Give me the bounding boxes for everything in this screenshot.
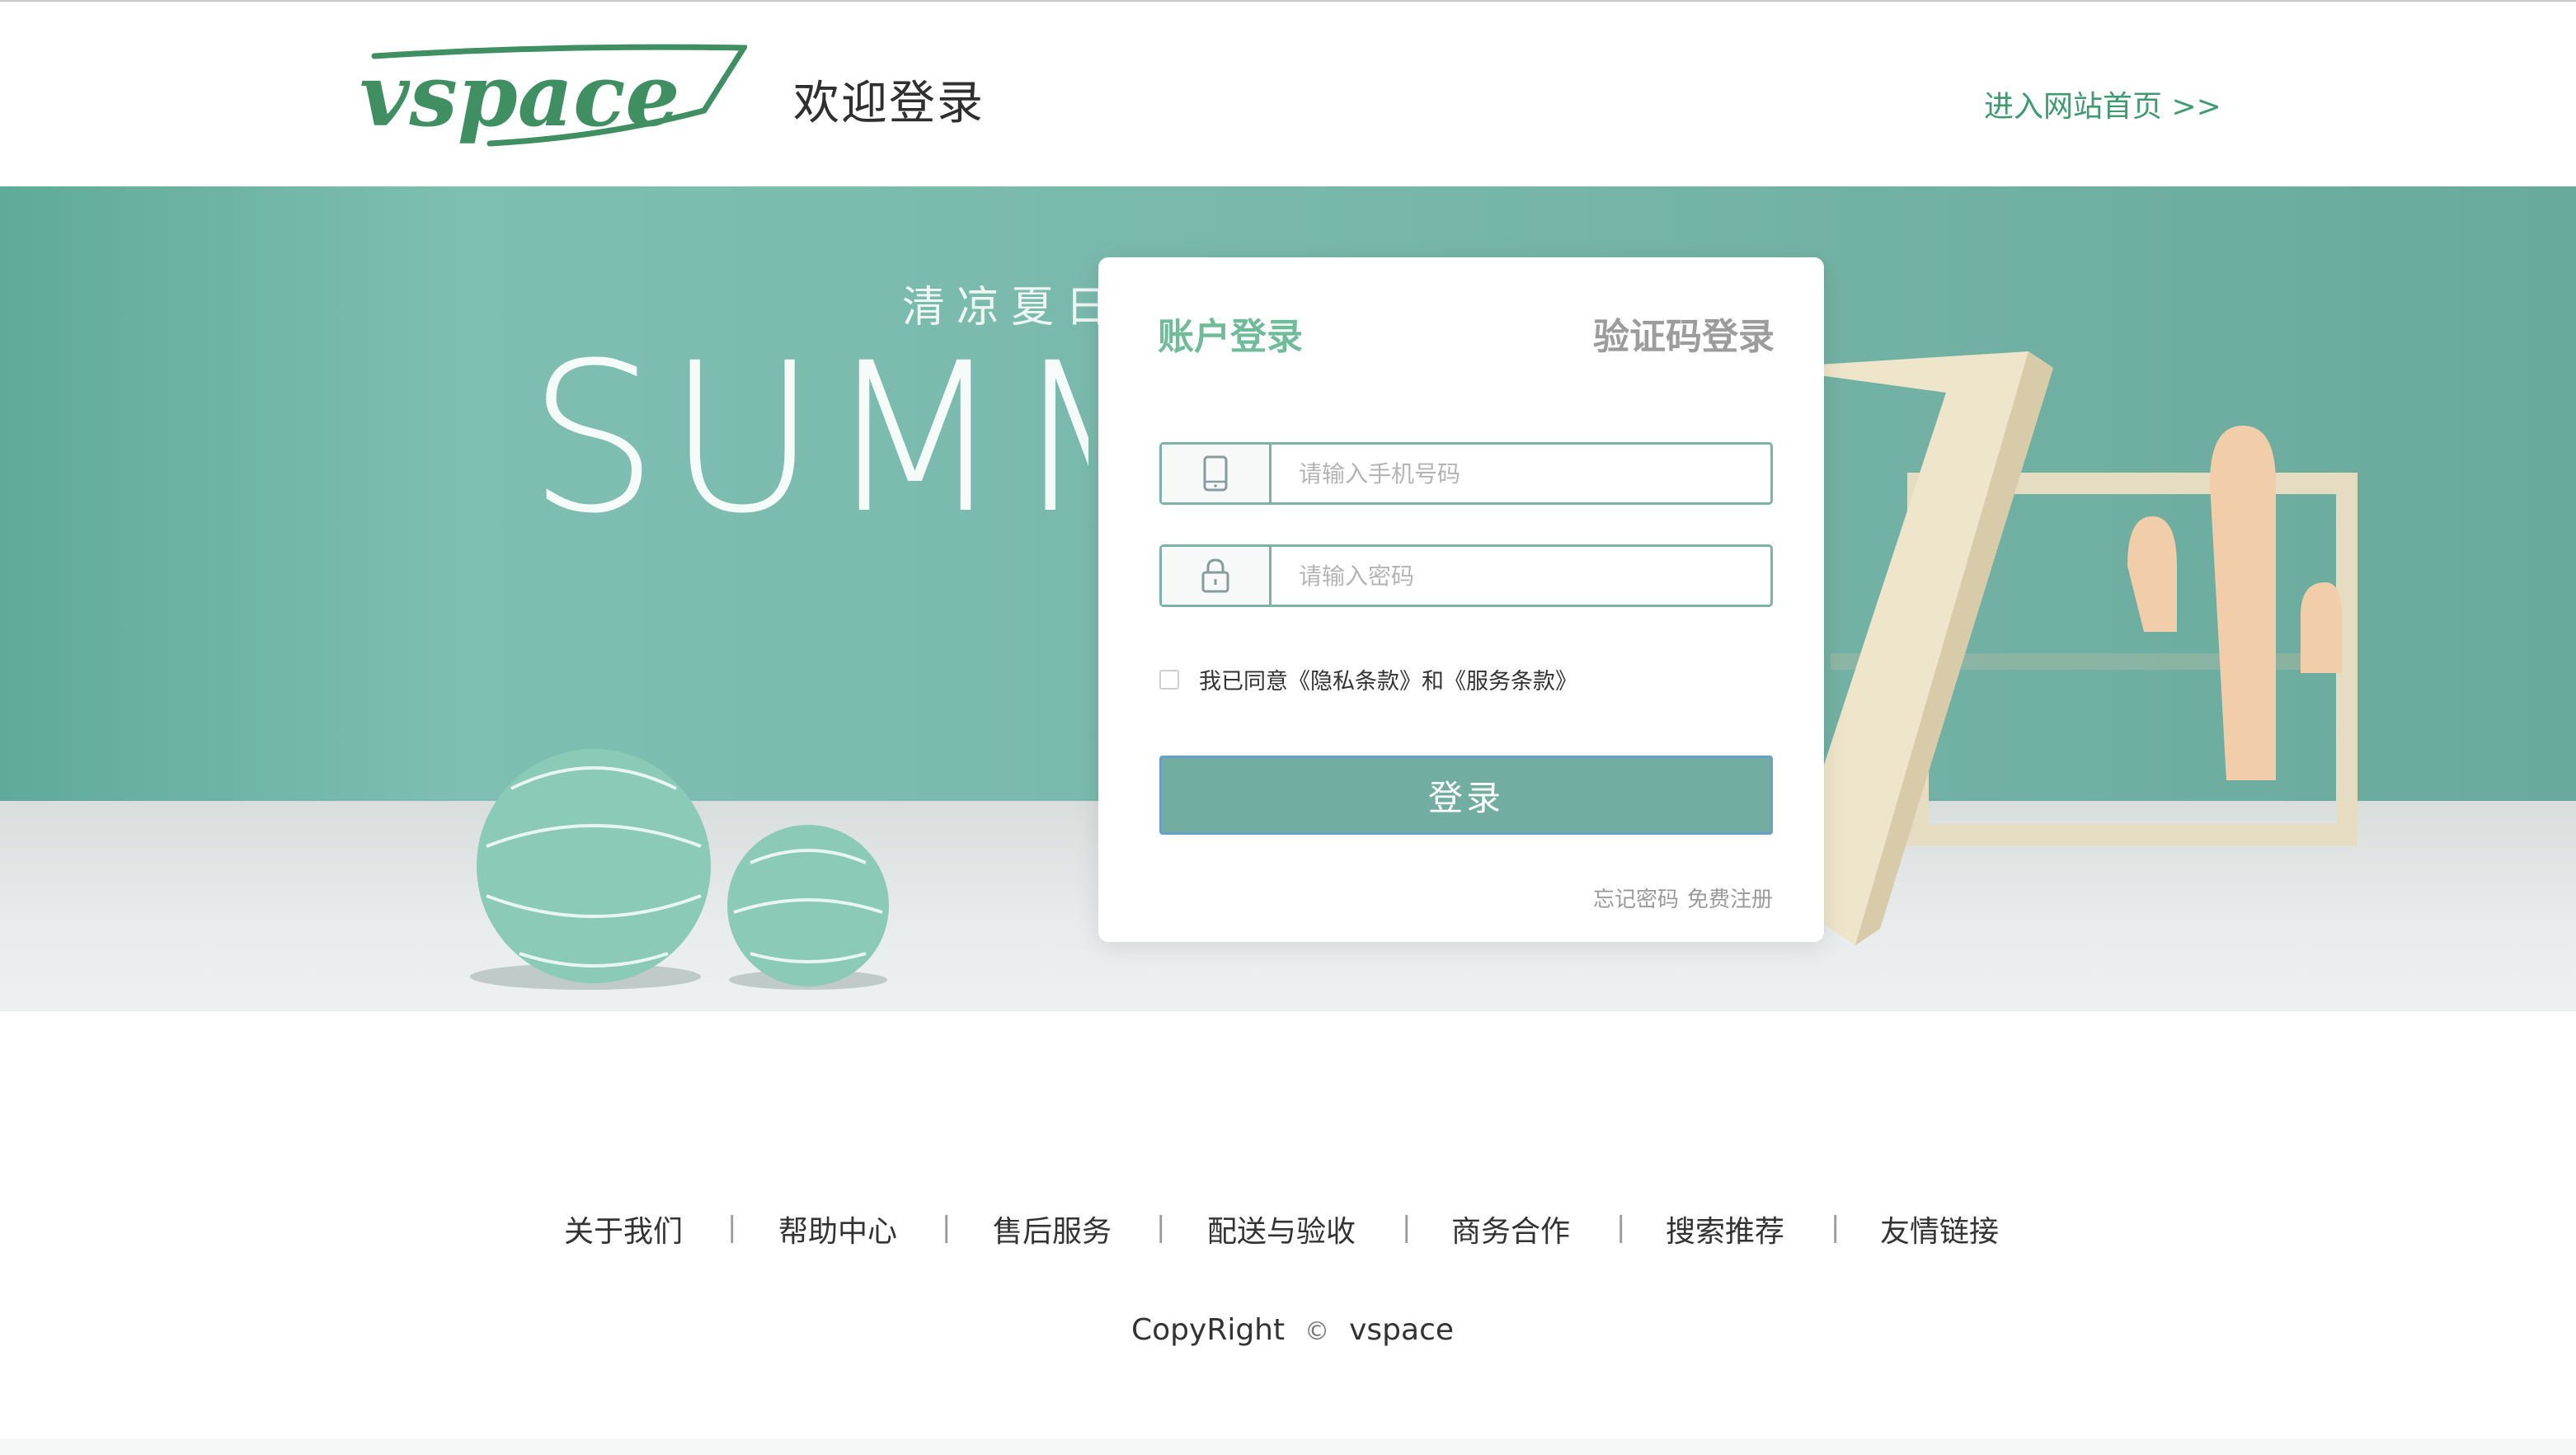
register-link[interactable]: 免费注册 — [1687, 888, 1773, 912]
agree-checkbox[interactable] — [1159, 669, 1179, 690]
tab-code-login[interactable]: 验证码登录 — [1593, 307, 1775, 360]
footer-link-delivery[interactable]: 配送与验收 — [1207, 1208, 1356, 1250]
footer-link-after-sales[interactable]: 售后服务 — [993, 1208, 1112, 1250]
bottom-strip — [0, 1439, 2576, 1455]
footer-separator: | — [1616, 1211, 1626, 1244]
footer-separator: | — [1831, 1211, 1840, 1244]
agree-text[interactable]: 我已同意《隐私条款》和《服务条款》 — [1199, 663, 1577, 695]
tab-account-login[interactable]: 账户登录 — [1158, 307, 1303, 360]
login-card: 账户登录 验证码登录 我已同意《隐私条款》和《服务条款》 登录 忘记密码免费注册 — [1098, 257, 1824, 942]
decorative-spheres — [470, 749, 889, 990]
welcome-title: 欢迎登录 — [793, 77, 985, 130]
decorative-frames-cactus — [1765, 351, 2357, 945]
footer-link-help[interactable]: 帮助中心 — [778, 1208, 897, 1250]
footer-separator: | — [1402, 1211, 1412, 1244]
agree-terms: 我已同意《隐私条款》和《服务条款》 — [1159, 663, 1577, 695]
top-border — [0, 0, 2576, 2]
footer-link-business[interactable]: 商务合作 — [1451, 1208, 1570, 1250]
copyright-label: CopyRight — [1131, 1313, 1286, 1347]
home-link[interactable]: 进入网站首页 >> — [1984, 82, 2221, 125]
footer-separator: | — [727, 1211, 737, 1244]
password-field — [1159, 544, 1773, 607]
phone-field — [1159, 442, 1773, 505]
card-links: 忘记密码 免费注册 — [1593, 883, 1773, 913]
copyright: CopyRight © vspace — [1131, 1313, 1454, 1347]
svg-text:vspace: vspace — [360, 45, 680, 146]
footer-separator: | — [942, 1211, 952, 1244]
phone-icon — [1162, 445, 1272, 502]
footer-separator: | — [1156, 1211, 1166, 1244]
phone-input[interactable] — [1272, 445, 1767, 502]
forgot-password-link[interactable]: 忘记密码 — [1593, 888, 1679, 912]
copyright-symbol: © — [1304, 1317, 1330, 1346]
copyright-brand: vspace — [1349, 1313, 1455, 1347]
vspace-logo[interactable]: vspace — [358, 40, 747, 147]
login-button[interactable]: 登录 — [1159, 756, 1773, 835]
banner-headline: SUMM — [528, 318, 1088, 558]
lock-icon — [1162, 547, 1272, 605]
footer-nav: 关于我们 | 帮助中心 | 售后服务 | 配送与验收 | 商务合作 | 搜索推荐… — [0, 1208, 2576, 1257]
footer-link-about[interactable]: 关于我们 — [564, 1208, 683, 1250]
footer-link-search[interactable]: 搜索推荐 — [1666, 1208, 1784, 1250]
footer-link-friends[interactable]: 友情链接 — [1880, 1208, 1999, 1250]
password-input[interactable] — [1272, 547, 1767, 605]
